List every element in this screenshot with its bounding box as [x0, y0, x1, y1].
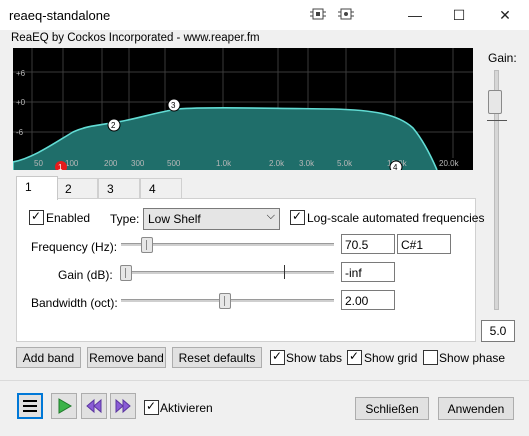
enabled-checkbox[interactable] — [29, 209, 44, 225]
frequency-slider-thumb[interactable] — [141, 237, 153, 253]
svg-text:2: 2 — [111, 121, 116, 130]
play-button[interactable] — [51, 393, 77, 419]
plugin-info: ReaEQ by Cockos Incorporated - www.reape… — [11, 32, 260, 44]
remove-band-button[interactable]: Remove band — [87, 347, 166, 368]
bandwidth-value-field[interactable]: 2.00 — [341, 290, 395, 310]
freq-label: 20.0k — [439, 159, 460, 168]
freq-label: 500 — [167, 159, 181, 168]
freq-label: 300 — [131, 159, 145, 168]
db-label: +0 — [16, 98, 26, 107]
close-window-button[interactable]: ✕ — [483, 0, 527, 30]
reset-defaults-button[interactable]: Reset defaults — [172, 347, 262, 368]
note-value-field[interactable]: C#1 — [397, 234, 451, 254]
maximize-button[interactable]: ☐ — [437, 0, 481, 30]
band-gain-slider-track[interactable] — [121, 271, 334, 274]
previous-preset-button[interactable] — [81, 393, 107, 419]
activate-checkbox[interactable] — [144, 399, 159, 415]
svg-text:3: 3 — [171, 101, 176, 110]
freq-label: 100 — [65, 159, 79, 168]
rewind-icon — [86, 398, 102, 414]
gain-label: Gain: — [488, 51, 517, 65]
filter-type-dropdown[interactable]: Low Shelf ⌵ — [143, 208, 280, 230]
freq-label: 5.0k — [337, 159, 353, 168]
band-gain-slider-thumb[interactable] — [120, 265, 132, 281]
frequency-value-field[interactable]: 70.5 — [341, 234, 395, 254]
gain-value-field[interactable]: 5.0 — [481, 320, 515, 342]
tab-band-4[interactable]: 4 — [140, 178, 182, 199]
tab-band-3[interactable]: 3 — [98, 178, 140, 199]
freq-label: 3.0k — [299, 159, 315, 168]
band-marker-3[interactable]: 3 — [167, 98, 181, 112]
freq-label: 200 — [104, 159, 118, 168]
show-grid-label: Show grid — [364, 351, 418, 365]
freq-label: 1.0k — [216, 159, 232, 168]
band-marker-4[interactable]: 4 — [389, 160, 403, 170]
footer-separator — [0, 380, 529, 381]
gain-slider-thumb[interactable] — [488, 90, 502, 114]
freq-label: 2.0k — [269, 159, 285, 168]
menu-button[interactable] — [17, 393, 43, 419]
db-label: -6 — [16, 128, 24, 137]
svg-text:4: 4 — [393, 163, 398, 170]
window-settings-icon[interactable] — [309, 7, 327, 21]
bandwidth-label: Bandwidth (oct): — [31, 296, 118, 310]
fast-forward-icon — [115, 398, 131, 414]
play-icon — [58, 398, 72, 414]
bandwidth-slider-thumb[interactable] — [219, 293, 231, 309]
show-grid-checkbox[interactable] — [347, 349, 362, 365]
minimize-button[interactable]: — — [393, 0, 437, 30]
log-scale-checkbox[interactable] — [290, 209, 305, 225]
activate-label: Aktivieren — [160, 401, 213, 415]
show-tabs-label: Show tabs — [286, 351, 343, 365]
title-bar: reaeq-standalone — ☐ ✕ — [0, 0, 529, 30]
next-preset-button[interactable] — [110, 393, 136, 419]
tab-band-2[interactable]: 2 — [56, 178, 98, 199]
close-button[interactable]: Schließen — [355, 397, 429, 420]
chevron-down-icon: ⌵ — [266, 210, 275, 222]
show-tabs-checkbox[interactable] — [270, 349, 285, 365]
window-options-icon[interactable] — [337, 7, 355, 21]
frequency-label: Frequency (Hz): — [31, 240, 118, 254]
log-scale-label: Log-scale automated frequencies — [307, 211, 485, 225]
show-phase-label: Show phase — [439, 351, 506, 365]
add-band-button[interactable]: Add band — [16, 347, 81, 368]
svg-text:1: 1 — [58, 163, 63, 170]
band-gain-value-field[interactable]: -inf — [341, 262, 395, 282]
db-label: +6 — [16, 69, 26, 78]
apply-button[interactable]: Anwenden — [438, 397, 514, 420]
gain-zero-tick — [487, 120, 507, 121]
freq-label: 50 — [34, 159, 43, 168]
band-gain-label: Gain (dB): — [58, 268, 113, 282]
eq-graph[interactable]: +6 +0 -6 50 100 200 300 500 1.0k 2.0k 3.… — [13, 48, 473, 170]
band-gain-zero-tick — [284, 265, 285, 279]
enabled-label: Enabled — [46, 211, 91, 225]
show-phase-checkbox[interactable] — [423, 350, 438, 365]
window-title: reaeq-standalone — [9, 8, 111, 23]
tab-band-1[interactable]: 1 — [16, 176, 58, 200]
band-marker-2[interactable]: 2 — [107, 118, 121, 132]
type-label: Type: — [110, 212, 140, 226]
hamburger-icon — [23, 400, 37, 412]
